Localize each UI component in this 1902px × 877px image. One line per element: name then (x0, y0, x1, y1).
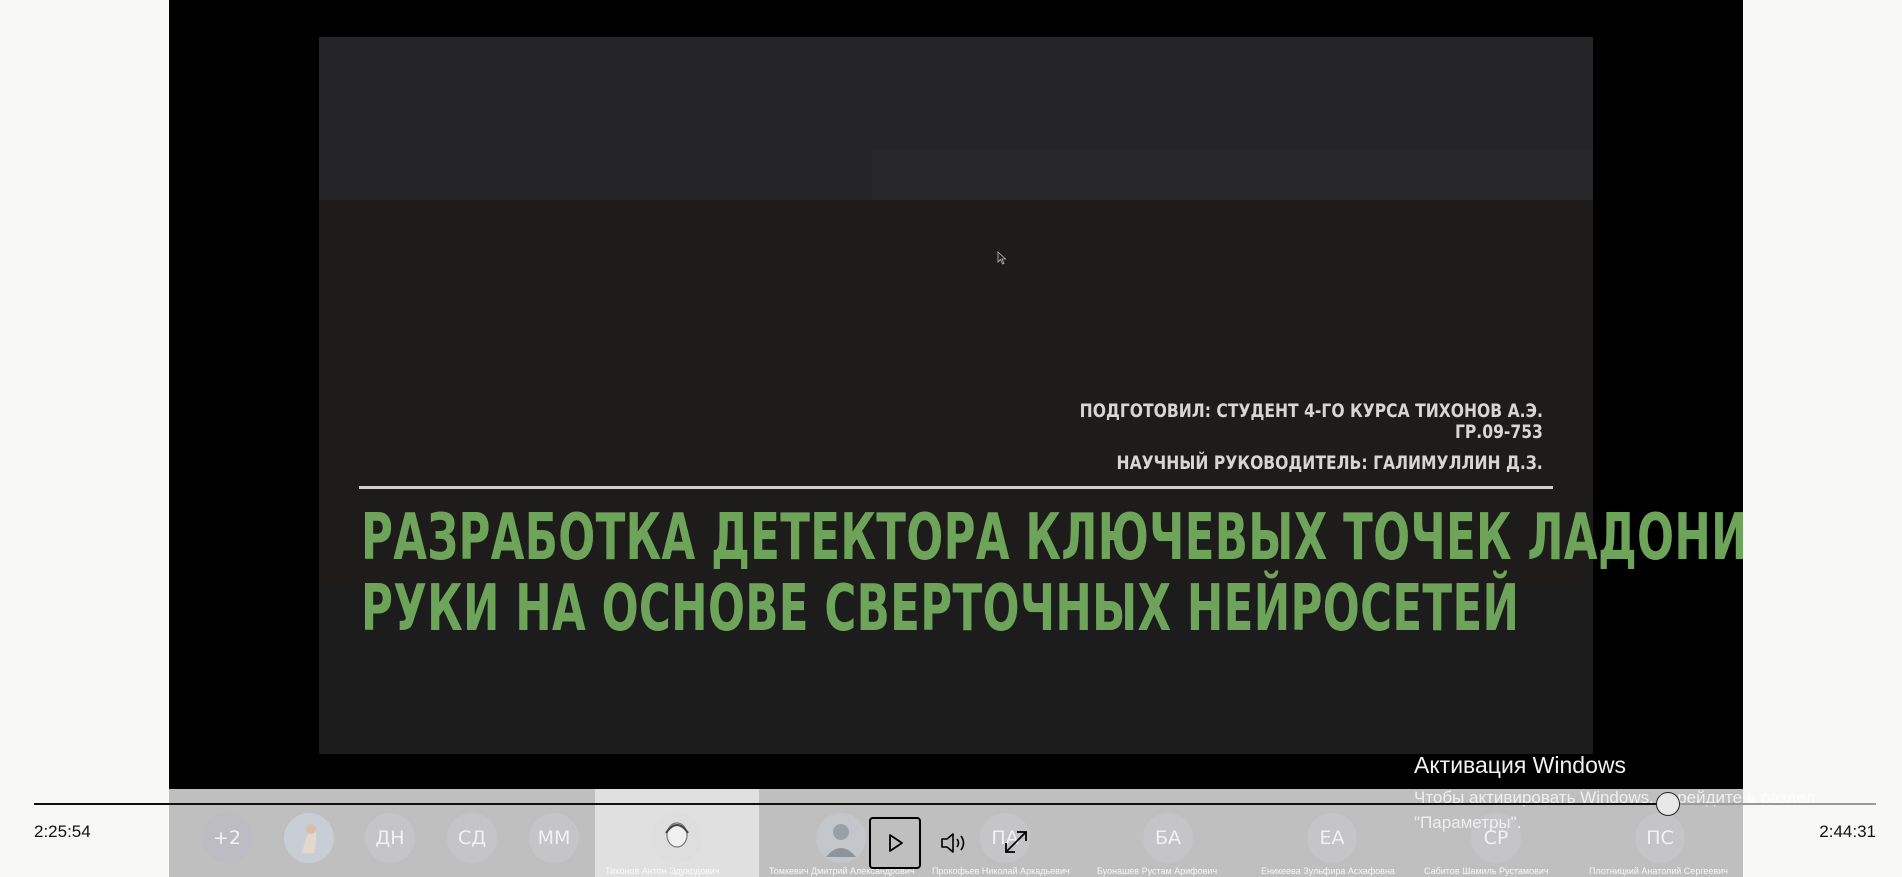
participant-avatar[interactable]: БА (1143, 813, 1193, 863)
participant-name: Еникеева Зульфира Асхафовна (1261, 866, 1395, 876)
participant-name: Сабитов Шамиль Рустамович (1424, 866, 1549, 876)
player-stage: ПОДГОТОВИЛ: СТУДЕНТ 4-ГО КУРСА ТИХОНОВ А… (0, 0, 1902, 877)
windows-activation-title: Активация Windows (1414, 752, 1626, 778)
participant-avatar[interactable] (816, 813, 866, 863)
total-duration: 2:44:31 (1819, 822, 1876, 841)
slide-title-line1: РАЗРАБОТКА ДЕТЕКТОРА КЛЮЧЕВЫХ ТОЧЕК ЛАДО… (361, 501, 1743, 575)
slide-header-band-highlight (872, 150, 1593, 200)
seek-bar-progress (34, 803, 1668, 805)
play-icon (889, 834, 903, 852)
mouse-cursor-icon (997, 251, 1007, 265)
participant-name: Прокофьев Николай Аркадьевич (932, 866, 1070, 876)
windows-activation-line2: "Параметры". (1414, 813, 1522, 832)
play-button[interactable] (869, 817, 921, 869)
person-photo-icon (652, 813, 702, 863)
video-frame[interactable]: ПОДГОТОВИЛ: СТУДЕНТ 4-ГО КУРСА ТИХОНОВ А… (169, 0, 1743, 877)
slide-supervisor: НАУЧНЫЙ РУКОВОДИТЕЛЬ: ГАЛИМУЛЛИН Д.З. (1116, 452, 1543, 474)
participant-name: Тихонов Антон Эдуардович (605, 866, 720, 876)
windows-activation-message: Чтобы активировать Windows, перейдите в … (1414, 785, 1854, 835)
participant-avatar[interactable]: СД (447, 813, 497, 863)
participant-avatar[interactable]: ДН (365, 813, 415, 863)
participant-avatar[interactable] (652, 813, 702, 863)
participant-name: Буонашев Рустам Арифович (1097, 866, 1218, 876)
slide-divider (359, 486, 1553, 489)
presentation-slide: ПОДГОТОВИЛ: СТУДЕНТ 4-ГО КУРСА ТИХОНОВ А… (319, 37, 1743, 754)
participant-name: Плотницкий Анатолий Сергеевич (1589, 866, 1728, 876)
person-photo-icon (816, 813, 866, 863)
person-photo-icon (284, 813, 334, 863)
participant-avatar[interactable]: ЕА (1307, 813, 1357, 863)
slide-author-group: ГР.09-753 (1455, 421, 1543, 443)
participants-overflow-button[interactable]: +2 (202, 813, 252, 863)
windows-activation-line1: Чтобы активировать Windows, перейдите в … (1414, 788, 1816, 807)
slide-author-line1: ПОДГОТОВИЛ: СТУДЕНТ 4-ГО КУРСА ТИХОНОВ А… (1079, 400, 1543, 422)
slide-title: РАЗРАБОТКА ДЕТЕКТОРА КЛЮЧЕВЫХ ТОЧЕК ЛАДО… (361, 503, 1743, 645)
slide-author: ПОДГОТОВИЛ: СТУДЕНТ 4-ГО КУРСА ТИХОНОВ А… (1080, 401, 1543, 443)
fullscreen-button[interactable] (998, 824, 1034, 860)
current-time: 2:25:54 (34, 822, 91, 841)
volume-button[interactable] (938, 826, 972, 860)
expand-icon (1005, 831, 1027, 853)
slide-title-line2: РУКИ НА ОСНОВЕ СВЕРТОЧНЫХ НЕЙРОСЕТЕЙ (361, 572, 1520, 646)
participant-avatar[interactable] (284, 813, 334, 863)
participant-avatar[interactable]: ММ (529, 813, 579, 863)
speaker-icon (941, 833, 965, 853)
seek-bar-handle[interactable] (1656, 792, 1680, 816)
